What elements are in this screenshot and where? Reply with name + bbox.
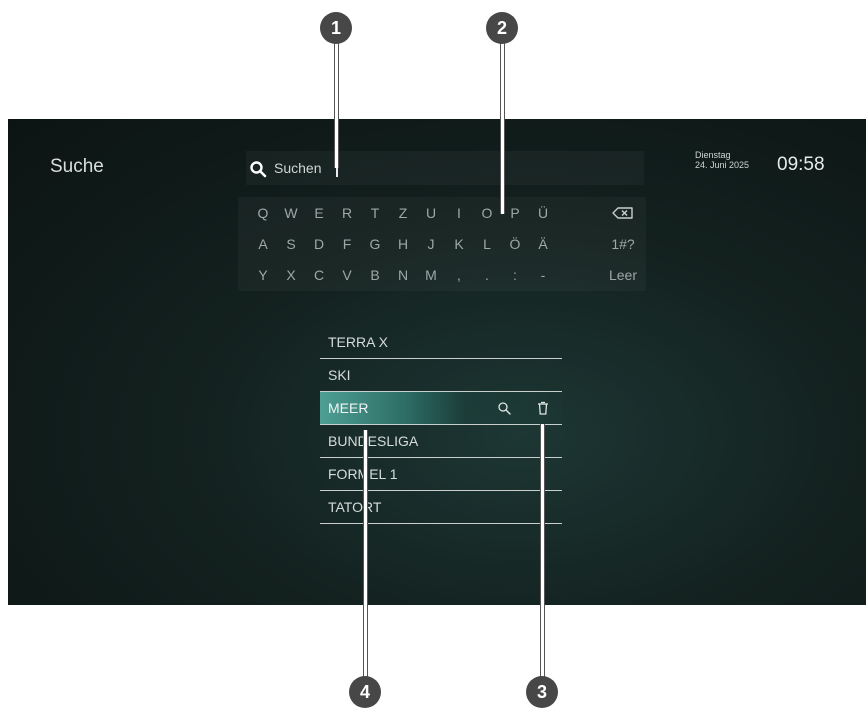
callout-3-leader xyxy=(540,424,545,680)
trash-icon[interactable] xyxy=(536,401,550,415)
history-item-meer[interactable]: MEER xyxy=(320,392,562,425)
backspace-key[interactable] xyxy=(602,202,644,224)
key-b[interactable]: B xyxy=(364,264,386,286)
key-n[interactable]: N xyxy=(392,264,414,286)
key-r[interactable]: R xyxy=(336,202,358,224)
tv-screen: Suche Suchen Dienstag 24. Juni 2025 09:5… xyxy=(8,119,866,605)
history-item-formel-1[interactable]: FORMEL 1 xyxy=(320,458,562,491)
key-m[interactable]: M xyxy=(420,264,442,286)
key-h[interactable]: H xyxy=(392,233,414,255)
key-ue[interactable]: Ü xyxy=(532,202,554,224)
search-placeholder: Suchen xyxy=(274,160,322,176)
weekday-label: Dienstag xyxy=(695,150,731,160)
history-item-tatort[interactable]: TATORT xyxy=(320,491,562,524)
history-item-label: TATORT xyxy=(328,499,382,515)
key-i[interactable]: I xyxy=(448,202,470,224)
key-l[interactable]: L xyxy=(476,233,498,255)
key-s[interactable]: S xyxy=(280,233,302,255)
search-input[interactable]: Suchen xyxy=(246,151,644,185)
clock: 09:58 xyxy=(777,154,825,175)
history-item-ski[interactable]: SKI xyxy=(320,359,562,392)
callout-1: 1 xyxy=(320,12,352,44)
key-y[interactable]: Y xyxy=(252,264,274,286)
key-j[interactable]: J xyxy=(420,233,442,255)
key-hyphen[interactable]: - xyxy=(532,264,554,286)
space-key[interactable]: Leer xyxy=(602,264,644,286)
key-g[interactable]: G xyxy=(364,233,386,255)
callout-2: 2 xyxy=(486,12,518,44)
callout-3: 3 xyxy=(526,676,558,708)
key-o[interactable]: O xyxy=(476,202,498,224)
callout-4: 4 xyxy=(349,676,381,708)
history-item-label: BUNDESLIGA xyxy=(328,433,419,449)
key-d[interactable]: D xyxy=(308,233,330,255)
history-item-label: MEER xyxy=(328,400,369,416)
key-a[interactable]: A xyxy=(252,233,274,255)
key-comma[interactable]: , xyxy=(448,264,470,286)
key-ae[interactable]: Ä xyxy=(532,233,554,255)
search-history-list: TERRA X SKI MEER BUNDESLIGA FORMEL 1 TAT… xyxy=(320,326,562,524)
key-w[interactable]: W xyxy=(280,202,302,224)
search-icon xyxy=(250,161,267,178)
key-t[interactable]: T xyxy=(364,202,386,224)
key-period[interactable]: . xyxy=(476,264,498,286)
search-icon[interactable] xyxy=(497,401,511,415)
history-item-bundesliga[interactable]: BUNDESLIGA xyxy=(320,425,562,458)
backspace-icon xyxy=(612,207,633,219)
date-display: Dienstag 24. Juni 2025 xyxy=(695,150,749,170)
key-c[interactable]: C xyxy=(308,264,330,286)
key-k[interactable]: K xyxy=(448,233,470,255)
key-oe[interactable]: Ö xyxy=(504,233,526,255)
callout-1-leader xyxy=(334,42,339,168)
key-p[interactable]: P xyxy=(504,202,526,224)
page-title: Suche xyxy=(50,156,104,177)
key-x[interactable]: X xyxy=(280,264,302,286)
history-item-label: SKI xyxy=(328,367,351,383)
key-v[interactable]: V xyxy=(336,264,358,286)
date-label: 24. Juni 2025 xyxy=(695,160,750,170)
key-u[interactable]: U xyxy=(420,202,442,224)
key-f[interactable]: F xyxy=(336,233,358,255)
symbols-key[interactable]: 1#? xyxy=(602,233,644,255)
key-e[interactable]: E xyxy=(308,202,330,224)
callout-4-leader xyxy=(363,430,368,680)
history-item-terra-x[interactable]: TERRA X xyxy=(320,326,562,359)
callout-2-leader xyxy=(500,42,505,214)
key-z[interactable]: Z xyxy=(392,202,414,224)
key-q[interactable]: Q xyxy=(252,202,274,224)
history-item-label: TERRA X xyxy=(328,334,388,350)
on-screen-keyboard: Q W E R T Z U I O P Ü A S D F G H J K L … xyxy=(238,197,646,291)
key-colon[interactable]: : xyxy=(504,264,526,286)
